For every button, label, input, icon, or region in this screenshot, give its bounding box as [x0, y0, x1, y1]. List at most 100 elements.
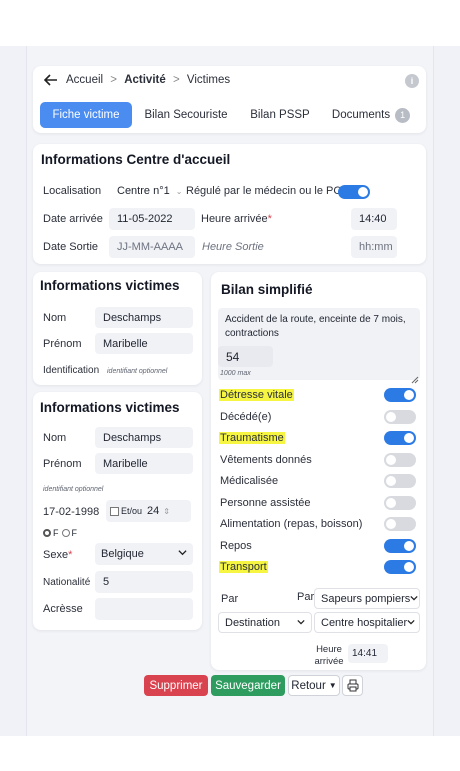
bilan-row-label: Alimentation (repas, boisson) [220, 518, 363, 530]
required-asterisk: * [68, 549, 73, 561]
centre-title: Informations Centre d'accueil [41, 152, 231, 167]
date-sortie-field[interactable]: JJ-MM-AAAA [109, 236, 195, 258]
bilan-row-toggle[interactable] [384, 388, 416, 402]
par-label-2: Par [297, 591, 315, 603]
adresse-field[interactable] [95, 598, 193, 620]
prenom-field-2[interactable]: Maribelle [95, 453, 193, 474]
breadcrumb-home[interactable]: Accueil [66, 74, 103, 86]
nom-field-2[interactable]: Deschamps [95, 427, 193, 448]
bilan-row-toggle[interactable] [384, 474, 416, 488]
toggle-knob [386, 455, 396, 465]
bilan-row-label: Transport [219, 561, 268, 573]
chevron-down-icon [297, 617, 305, 629]
localisation-label: Localisation [43, 185, 102, 197]
info-icon[interactable]: i [405, 74, 419, 88]
back-button-label: Retour [291, 679, 326, 692]
delete-button[interactable]: Supprimer [144, 675, 208, 696]
bilan-row-toggle[interactable] [384, 453, 416, 467]
tab-bilan-pssp[interactable]: Bilan PSSP [244, 102, 316, 128]
radio-label-1: F [53, 528, 59, 538]
print-icon[interactable] [342, 675, 363, 696]
back-dropdown-button[interactable]: Retour ▼ [288, 675, 340, 696]
prenom-field[interactable]: Maribelle [95, 333, 193, 354]
tab-documents-label: Documents [331, 109, 391, 121]
identification-placeholder[interactable]: identifiant optionnel [107, 368, 167, 375]
resize-handle-icon[interactable] [411, 371, 419, 384]
par-select[interactable]: Sapeurs pompiers [314, 588, 420, 609]
toggle-knob [386, 498, 396, 508]
heure-sortie-field[interactable]: hh:mm [351, 236, 397, 258]
age-checkbox[interactable] [110, 506, 119, 516]
identifiant-placeholder[interactable]: identifiant optionnel [43, 486, 103, 493]
bilan-number-field[interactable]: 54 [218, 346, 273, 367]
bilan-row-toggle[interactable] [384, 410, 416, 424]
caret-down-icon: ▼ [328, 681, 337, 690]
adresse-label: Acrèsse [43, 603, 83, 615]
nom-field[interactable]: Deschamps [95, 307, 193, 328]
bilan-note-text: Accident de la route, enceinte de 7 mois… [225, 314, 406, 339]
bilan-row-toggle[interactable] [384, 431, 416, 445]
toggle-knob [386, 476, 396, 486]
breadcrumb-separator: > [110, 74, 117, 86]
bilan-row-label: Décédé(e) [220, 411, 272, 423]
radio-unselected[interactable] [61, 529, 70, 537]
identification-label: Identification [43, 365, 100, 376]
par-select-value: Sapeurs pompiers [321, 592, 411, 605]
nationalite-label: Nationalité [43, 577, 91, 588]
bilan-row-toggle[interactable] [384, 539, 416, 553]
bilan-row-label: Personne assistée [220, 497, 311, 509]
age-check-label: Et/ou [121, 506, 143, 516]
toggle-knob [386, 412, 396, 422]
bottom-band [0, 736, 460, 771]
localisation-select[interactable]: Centre n°1 ⌄ [109, 180, 182, 202]
heure-arrivee-field[interactable]: 14:40 [351, 208, 397, 230]
nationalite-field[interactable]: 5 [95, 571, 193, 593]
radio-selected[interactable] [43, 529, 51, 537]
bilan-row-label: Repos [220, 540, 252, 552]
victime-1-title: Informations victimes [40, 278, 180, 293]
chevron-down-icon: ⌄ [175, 186, 182, 196]
back-arrow-icon[interactable] [43, 72, 59, 88]
required-asterisk: * [267, 213, 272, 225]
age-field[interactable]: Et/ou 24 ⇕ [106, 500, 191, 522]
radio-label-2: F [71, 528, 78, 538]
bilan-row-toggle[interactable] [384, 517, 416, 531]
regule-toggle[interactable] [338, 185, 370, 199]
bilan-row-toggle[interactable] [384, 560, 416, 574]
localisation-value: Centre n°1 [117, 185, 170, 197]
dob-value[interactable]: 17-02-1998 [43, 506, 99, 518]
centre-select-value: Centre hospitalier [321, 616, 408, 629]
tab-bilan-secouriste[interactable]: Bilan Secouriste [138, 102, 234, 128]
destination-select[interactable]: Destination [218, 612, 312, 633]
sexe-select-value: Belgique [101, 548, 144, 560]
par-label-1: Par [221, 593, 239, 605]
stepper-icon: ⇕ [163, 506, 170, 516]
breadcrumb-last: Victimes [186, 74, 231, 86]
date-arrivee-label: Date arrivée [43, 213, 103, 225]
sexe-select[interactable]: Belgique [95, 543, 193, 565]
char-counter: 1000 max [220, 370, 251, 377]
tab-documents[interactable]: Documents 1 [326, 102, 416, 128]
bilan-title: Bilan simplifié [221, 282, 313, 297]
bilan-row-toggle[interactable] [384, 496, 416, 510]
toggle-knob [404, 541, 414, 551]
breadcrumb-current[interactable]: Activité [124, 74, 166, 86]
destination-select-value: Destination [225, 616, 281, 629]
heure-arrivee-label: Heure arrivée* [201, 213, 272, 225]
bilan-row-label: Traumatisme [219, 432, 285, 444]
breadcrumb: Accueil > Activité > Victimes [66, 74, 230, 86]
toggle-knob [386, 519, 396, 529]
tab-fiche-victime[interactable]: Fiche victime [40, 102, 132, 128]
heure-arrivee-transport-field[interactable]: 14:41 [348, 644, 388, 663]
centre-select[interactable]: Centre hospitalier [314, 612, 420, 633]
date-arrivee-field[interactable]: 11-05-2022 [109, 208, 195, 230]
victime-2-title: Informations victimes [40, 400, 180, 415]
toggle-knob [404, 433, 414, 443]
top-band [0, 0, 460, 46]
bilan-row-label: Détresse vitale [219, 389, 294, 401]
sexe-radio-group: F F [43, 528, 77, 538]
save-button[interactable]: Sauvegarder [211, 675, 285, 696]
bilan-row-label: Médicalisée [220, 475, 279, 487]
nom-label-2: Nom [43, 432, 67, 444]
breadcrumb-separator: > [172, 74, 180, 86]
